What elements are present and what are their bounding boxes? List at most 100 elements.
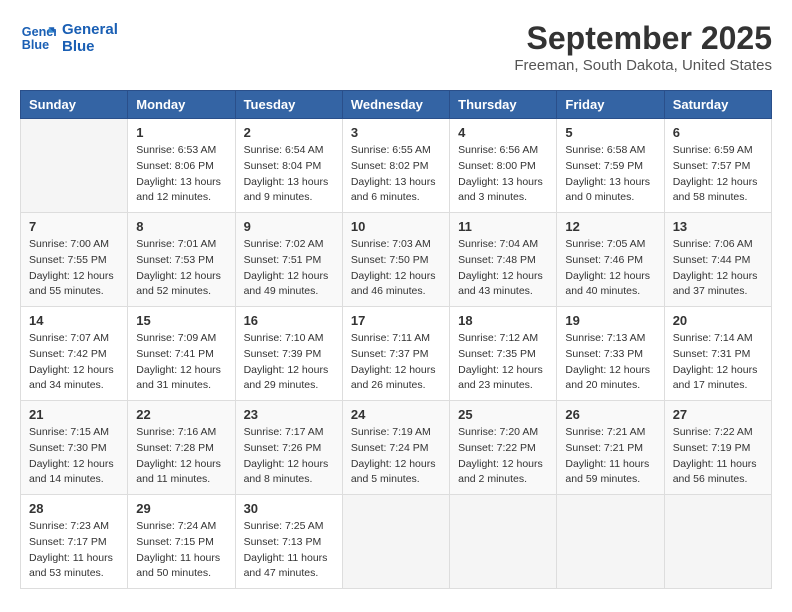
day-info: Sunrise: 7:24 AMSunset: 7:15 PMDaylight:… (136, 519, 226, 582)
day-number: 17 (351, 313, 441, 328)
day-info: Sunrise: 7:01 AMSunset: 7:53 PMDaylight:… (136, 237, 226, 300)
day-number: 26 (565, 407, 655, 422)
calendar-week-row: 1Sunrise: 6:53 AMSunset: 8:06 PMDaylight… (21, 119, 772, 213)
day-number: 1 (136, 125, 226, 140)
day-number: 22 (136, 407, 226, 422)
day-info: Sunrise: 6:55 AMSunset: 8:02 PMDaylight:… (351, 143, 441, 206)
calendar-day-header: Friday (557, 91, 664, 119)
calendar-cell: 3 Sunrise: 6:55 AMSunset: 8:02 PMDaylight… (342, 119, 449, 213)
logo: General Blue General Blue (20, 20, 118, 56)
day-info: Sunrise: 7:05 AMSunset: 7:46 PMDaylight:… (565, 237, 655, 300)
day-number: 3 (351, 125, 441, 140)
calendar-cell: 21 Sunrise: 7:15 AMSunset: 7:30 PMDayligh… (21, 401, 128, 495)
day-info: Sunrise: 7:21 AMSunset: 7:21 PMDaylight:… (565, 425, 655, 488)
calendar-cell (664, 495, 771, 589)
calendar-cell: 25 Sunrise: 7:20 AMSunset: 7:22 PMDayligh… (450, 401, 557, 495)
day-number: 20 (673, 313, 763, 328)
calendar-cell: 8 Sunrise: 7:01 AMSunset: 7:53 PMDaylight… (128, 213, 235, 307)
day-number: 9 (244, 219, 334, 234)
calendar-cell: 18 Sunrise: 7:12 AMSunset: 7:35 PMDayligh… (450, 307, 557, 401)
day-number: 4 (458, 125, 548, 140)
calendar-day-header: Wednesday (342, 91, 449, 119)
calendar-day-header: Saturday (664, 91, 771, 119)
calendar-cell: 24 Sunrise: 7:19 AMSunset: 7:24 PMDayligh… (342, 401, 449, 495)
logo-text: General (62, 21, 118, 38)
day-info: Sunrise: 7:02 AMSunset: 7:51 PMDaylight:… (244, 237, 334, 300)
day-number: 11 (458, 219, 548, 234)
day-number: 16 (244, 313, 334, 328)
day-number: 12 (565, 219, 655, 234)
day-info: Sunrise: 7:17 AMSunset: 7:26 PMDaylight:… (244, 425, 334, 488)
day-info: Sunrise: 7:25 AMSunset: 7:13 PMDaylight:… (244, 519, 334, 582)
calendar-cell: 15 Sunrise: 7:09 AMSunset: 7:41 PMDayligh… (128, 307, 235, 401)
day-number: 25 (458, 407, 548, 422)
page-title: September 2025 (514, 20, 772, 57)
day-info: Sunrise: 7:15 AMSunset: 7:30 PMDaylight:… (29, 425, 119, 488)
calendar-cell: 14Sunrise: 7:07 AMSunset: 7:42 PMDayligh… (21, 307, 128, 401)
day-number: 8 (136, 219, 226, 234)
day-info: Sunrise: 7:04 AMSunset: 7:48 PMDaylight:… (458, 237, 548, 300)
day-info: Sunrise: 7:09 AMSunset: 7:41 PMDaylight:… (136, 331, 226, 394)
logo-icon: General Blue (20, 20, 56, 56)
calendar-day-header: Sunday (21, 91, 128, 119)
calendar-cell (450, 495, 557, 589)
calendar-cell: 10Sunrise: 7:03 AMSunset: 7:50 PMDayligh… (342, 213, 449, 307)
day-info: Sunrise: 7:20 AMSunset: 7:22 PMDaylight:… (458, 425, 548, 488)
day-info: Sunrise: 7:14 AMSunset: 7:31 PMDaylight:… (673, 331, 763, 394)
calendar-cell: 19 Sunrise: 7:13 AMSunset: 7:33 PMDayligh… (557, 307, 664, 401)
calendar-header-row: SundayMondayTuesdayWednesdayThursdayFrid… (21, 91, 772, 119)
calendar-cell: 22 Sunrise: 7:16 AMSunset: 7:28 PMDayligh… (128, 401, 235, 495)
calendar-cell: 13Sunrise: 7:06 AMSunset: 7:44 PMDayligh… (664, 213, 771, 307)
calendar-cell: 27 Sunrise: 7:22 AMSunset: 7:19 PMDayligh… (664, 401, 771, 495)
day-info: Sunrise: 7:19 AMSunset: 7:24 PMDaylight:… (351, 425, 441, 488)
day-number: 6 (673, 125, 763, 140)
day-number: 21 (29, 407, 119, 422)
calendar-day-header: Monday (128, 91, 235, 119)
calendar-cell: 23Sunrise: 7:17 AMSunset: 7:26 PMDayligh… (235, 401, 342, 495)
day-number: 5 (565, 125, 655, 140)
day-number: 24 (351, 407, 441, 422)
day-info: Sunrise: 7:00 AMSunset: 7:55 PMDaylight:… (29, 237, 119, 300)
day-info: Sunrise: 7:16 AMSunset: 7:28 PMDaylight:… (136, 425, 226, 488)
day-info: Sunrise: 7:11 AMSunset: 7:37 PMDaylight:… (351, 331, 441, 394)
day-info: Sunrise: 6:58 AMSunset: 7:59 PMDaylight:… (565, 143, 655, 206)
day-info: Sunrise: 7:07 AMSunset: 7:42 PMDaylight:… (29, 331, 119, 394)
calendar-day-header: Tuesday (235, 91, 342, 119)
day-number: 10 (351, 219, 441, 234)
calendar-cell: 16 Sunrise: 7:10 AMSunset: 7:39 PMDayligh… (235, 307, 342, 401)
day-info: Sunrise: 7:12 AMSunset: 7:35 PMDaylight:… (458, 331, 548, 394)
day-info: Sunrise: 6:54 AMSunset: 8:04 PMDaylight:… (244, 143, 334, 206)
calendar-cell: 2Sunrise: 6:54 AMSunset: 8:04 PMDaylight… (235, 119, 342, 213)
day-number: 15 (136, 313, 226, 328)
calendar-cell: 7 Sunrise: 7:00 AMSunset: 7:55 PMDaylight… (21, 213, 128, 307)
calendar-cell: 11 Sunrise: 7:04 AMSunset: 7:48 PMDayligh… (450, 213, 557, 307)
day-info: Sunrise: 7:13 AMSunset: 7:33 PMDaylight:… (565, 331, 655, 394)
calendar-cell: 1Sunrise: 6:53 AMSunset: 8:06 PMDaylight… (128, 119, 235, 213)
day-number: 19 (565, 313, 655, 328)
day-number: 30 (244, 501, 334, 516)
calendar-cell (342, 495, 449, 589)
calendar-cell: 28Sunrise: 7:23 AMSunset: 7:17 PMDayligh… (21, 495, 128, 589)
calendar-cell: 17 Sunrise: 7:11 AMSunset: 7:37 PMDayligh… (342, 307, 449, 401)
day-info: Sunrise: 6:56 AMSunset: 8:00 PMDaylight:… (458, 143, 548, 206)
calendar-cell: 26 Sunrise: 7:21 AMSunset: 7:21 PMDayligh… (557, 401, 664, 495)
day-number: 27 (673, 407, 763, 422)
day-info: Sunrise: 6:59 AMSunset: 7:57 PMDaylight:… (673, 143, 763, 206)
day-number: 18 (458, 313, 548, 328)
day-number: 29 (136, 501, 226, 516)
calendar-table: SundayMondayTuesdayWednesdayThursdayFrid… (20, 90, 772, 589)
svg-text:Blue: Blue (22, 38, 49, 52)
day-number: 7 (29, 219, 119, 234)
day-number: 13 (673, 219, 763, 234)
calendar-week-row: 21 Sunrise: 7:15 AMSunset: 7:30 PMDayligh… (21, 401, 772, 495)
day-info: Sunrise: 7:10 AMSunset: 7:39 PMDaylight:… (244, 331, 334, 394)
calendar-week-row: 14Sunrise: 7:07 AMSunset: 7:42 PMDayligh… (21, 307, 772, 401)
logo-text2: Blue (62, 38, 118, 55)
calendar-cell: 4 Sunrise: 6:56 AMSunset: 8:00 PMDaylight… (450, 119, 557, 213)
calendar-cell (557, 495, 664, 589)
day-info: Sunrise: 7:22 AMSunset: 7:19 PMDaylight:… (673, 425, 763, 488)
calendar-week-row: 28Sunrise: 7:23 AMSunset: 7:17 PMDayligh… (21, 495, 772, 589)
calendar-cell: 29 Sunrise: 7:24 AMSunset: 7:15 PMDayligh… (128, 495, 235, 589)
calendar-cell: 20 Sunrise: 7:14 AMSunset: 7:31 PMDayligh… (664, 307, 771, 401)
page-header: General Blue General Blue September 2025… (20, 20, 772, 74)
